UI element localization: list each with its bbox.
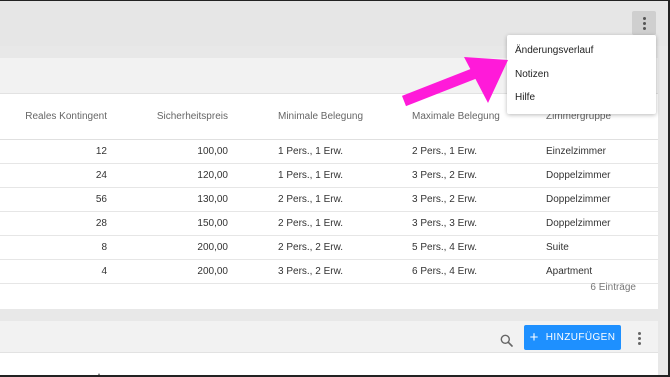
plus-icon: + (529, 329, 539, 346)
table-row[interactable]: 28 150,00 2 Pers., 1 Erw. 3 Pers., 3 Erw… (0, 212, 658, 236)
cell-min-occupancy: 3 Pers., 2 Erw. (278, 266, 344, 277)
cell-room-group: Apartment (546, 266, 593, 277)
cell-security-price: 120,00 (197, 170, 228, 181)
cell-min-occupancy: 1 Pers., 1 Erw. (278, 170, 344, 181)
table-row[interactable]: 24 120,00 1 Pers., 1 Erw. 3 Pers., 2 Erw… (0, 164, 658, 188)
cell-real-contingent: 8 (101, 242, 107, 253)
cell-max-occupancy: 2 Pers., 1 Erw. (412, 146, 478, 157)
cell-security-price: 200,00 (197, 242, 228, 253)
cell-min-occupancy: 2 Pers., 1 Erw. (278, 194, 344, 205)
table-row[interactable]: 4 200,00 3 Pers., 2 Erw. 6 Pers., 4 Erw.… (0, 260, 658, 284)
annotation-arrow (401, 57, 508, 107)
cell-room-group: Doppelzimmer (546, 194, 611, 205)
cell-real-contingent: 4 (101, 266, 107, 277)
contingent-table: Reales Kontingent Sicherheitspreis Minim… (0, 94, 658, 284)
add-button-label: HINZUFÜGEN (545, 332, 616, 343)
cell-real-contingent: 12 (95, 146, 107, 157)
table-row[interactable]: 12 100,00 1 Pers., 1 Erw. 2 Pers., 1 Erw… (0, 140, 658, 164)
more-menu-button[interactable] (632, 11, 656, 35)
cell-max-occupancy: 5 Pers., 4 Erw. (412, 242, 478, 253)
cell-security-price: 200,00 (197, 266, 228, 277)
cell-min-occupancy: 1 Pers., 1 Erw. (278, 146, 344, 157)
cell-room-group: Doppelzimmer (546, 170, 611, 181)
partial-text: Anz (96, 372, 112, 377)
cell-security-price: 130,00 (197, 194, 228, 205)
add-button[interactable]: + HINZUFÜGEN (524, 325, 621, 350)
table-row[interactable]: 8 200,00 2 Pers., 2 Erw. 5 Pers., 4 Erw.… (0, 236, 658, 260)
cell-room-group: Doppelzimmer (546, 218, 611, 229)
entry-count: 6 Einträge (590, 282, 636, 293)
menu-item-change-history[interactable]: Änderungsverlauf (507, 39, 656, 63)
cell-max-occupancy: 6 Pers., 4 Erw. (412, 266, 478, 277)
search-button[interactable] (497, 331, 515, 349)
column-header-min-occupancy[interactable]: Minimale Belegung (278, 94, 388, 139)
cell-room-group: Einzelzimmer (546, 146, 607, 157)
column-header-real-contingent[interactable]: Reales Kontingent (0, 94, 107, 139)
menu-item-help[interactable]: Hilfe (507, 86, 656, 110)
more-vertical-icon (637, 331, 641, 345)
cell-max-occupancy: 3 Pers., 3 Erw. (412, 218, 478, 229)
more-vertical-icon (642, 16, 646, 30)
cell-security-price: 100,00 (197, 146, 228, 157)
column-header-security-price[interactable]: Sicherheitspreis (120, 94, 228, 139)
table-row[interactable]: 56 130,00 2 Pers., 1 Erw. 3 Pers., 2 Erw… (0, 188, 658, 212)
more-options-button[interactable] (630, 327, 648, 349)
menu-item-notes[interactable]: Notizen (507, 63, 656, 87)
cell-real-contingent: 24 (95, 170, 107, 181)
cell-max-occupancy: 3 Pers., 2 Erw. (412, 194, 478, 205)
cell-security-price: 150,00 (197, 218, 228, 229)
search-icon (500, 334, 513, 347)
cell-min-occupancy: 2 Pers., 2 Erw. (278, 242, 344, 253)
cell-real-contingent: 28 (95, 218, 107, 229)
dropdown-menu: Änderungsverlauf Notizen Hilfe (507, 35, 656, 114)
cell-real-contingent: 56 (95, 194, 107, 205)
cell-max-occupancy: 3 Pers., 2 Erw. (412, 170, 478, 181)
cell-room-group: Suite (546, 242, 569, 253)
cell-min-occupancy: 2 Pers., 1 Erw. (278, 218, 344, 229)
